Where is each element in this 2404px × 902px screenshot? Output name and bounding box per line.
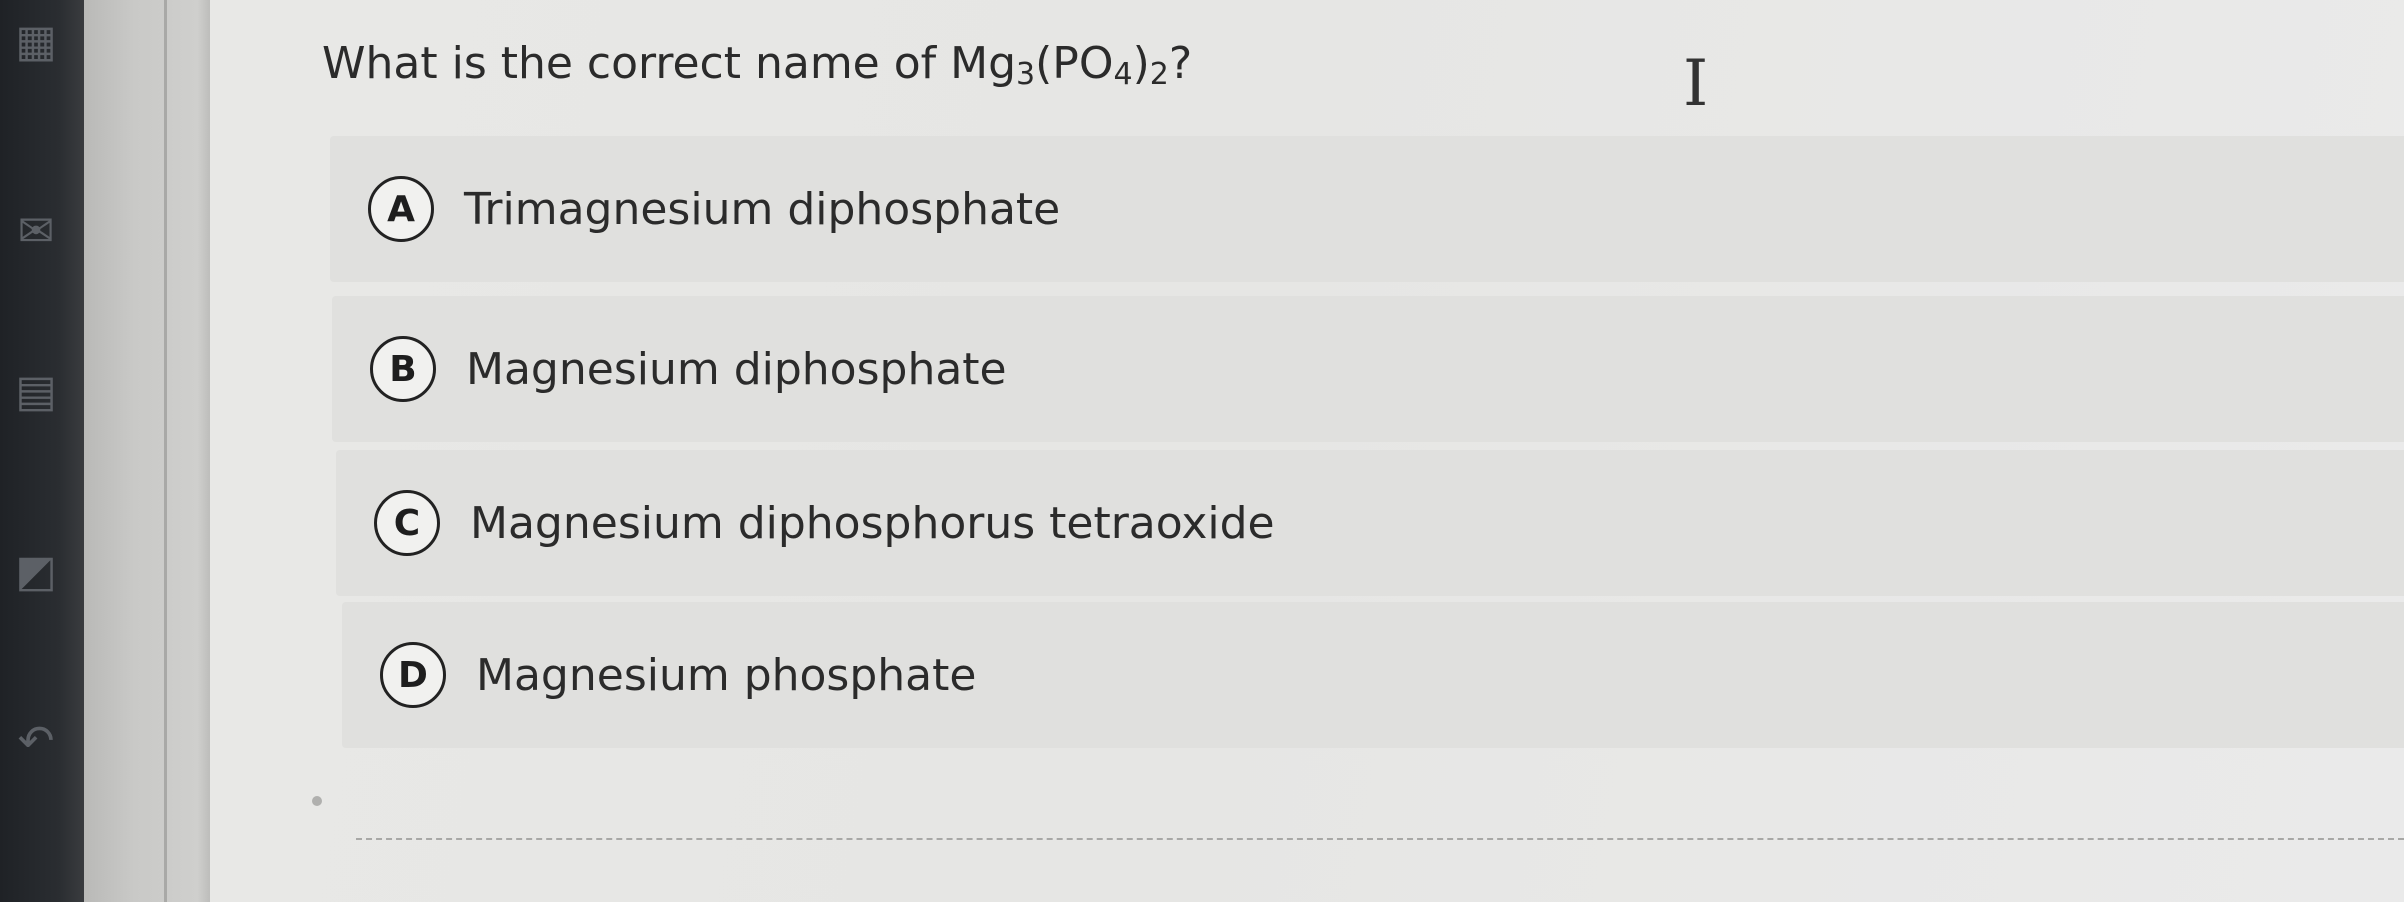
- option-label: Magnesium diphosphorus tetraoxide: [470, 497, 1275, 549]
- text-cursor-icon: I: [1683, 47, 1709, 121]
- option-label: Magnesium phosphate: [476, 649, 977, 701]
- question-text: What is the correct name of Mg3(PO4)2?: [322, 38, 1193, 92]
- dashed-divider: [356, 838, 2404, 840]
- panel-divider: [164, 0, 167, 902]
- option-label: Trimagnesium diphosphate: [464, 183, 1061, 235]
- option-d[interactable]: D Magnesium phosphate: [342, 602, 2404, 748]
- panel-edge: [84, 0, 210, 902]
- left-sidebar: ▦ ✉ ▤ ◩ ↶: [0, 0, 84, 902]
- option-c[interactable]: C Magnesium diphosphorus tetraoxide: [336, 450, 2404, 596]
- mail-icon[interactable]: ✉: [0, 210, 72, 254]
- option-label: Magnesium diphosphate: [466, 343, 1007, 395]
- option-letter-badge[interactable]: C: [374, 490, 440, 556]
- edit-icon[interactable]: ◩: [0, 550, 72, 594]
- option-a[interactable]: A Trimagnesium diphosphate: [330, 136, 2404, 282]
- option-letter-badge[interactable]: A: [368, 176, 434, 242]
- option-b[interactable]: B Magnesium diphosphate: [332, 296, 2404, 442]
- option-letter-badge[interactable]: D: [380, 642, 446, 708]
- grid-icon[interactable]: ▦: [0, 20, 72, 64]
- option-letter-badge[interactable]: B: [370, 336, 436, 402]
- back-icon[interactable]: ↶: [0, 720, 72, 764]
- notes-icon[interactable]: ▤: [0, 370, 72, 414]
- decorative-dot: [312, 796, 322, 806]
